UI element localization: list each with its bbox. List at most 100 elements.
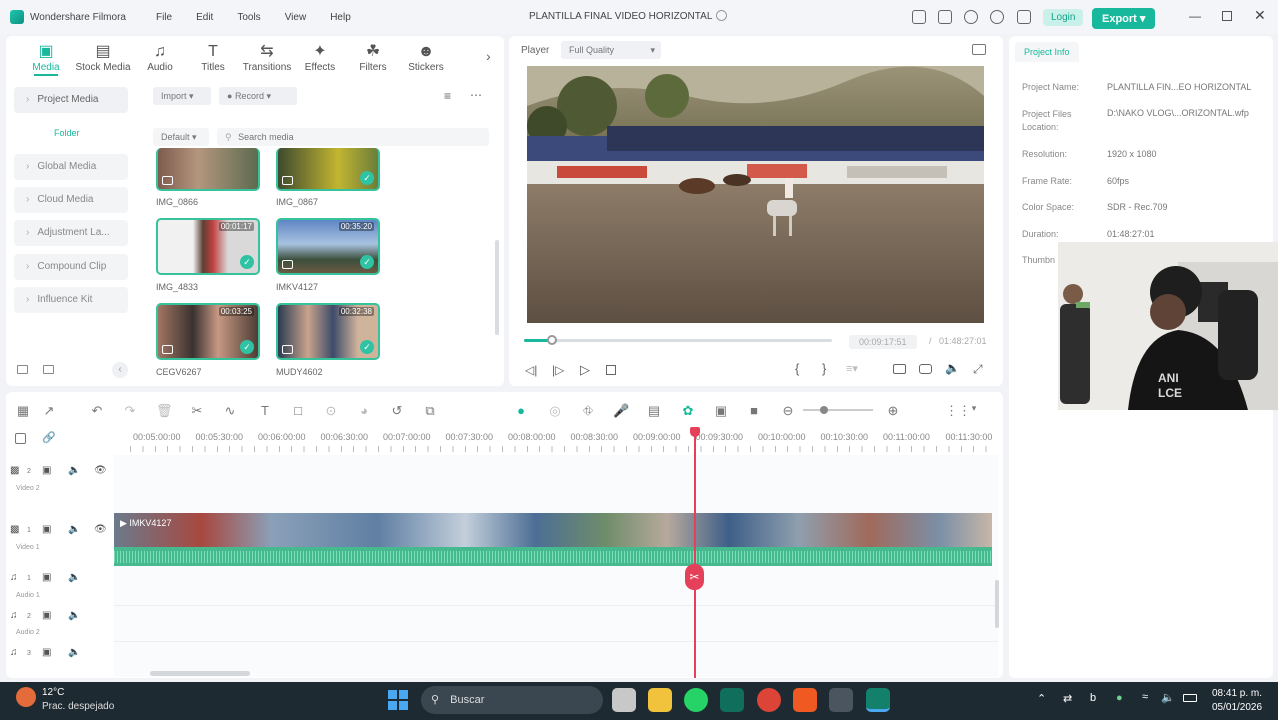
record-voice-icon[interactable]: ◎ (547, 403, 563, 419)
clip-thumbnail[interactable]: 00:35:20 ✓ (276, 218, 380, 275)
progress-track[interactable] (524, 335, 832, 345)
video-preview[interactable] (527, 66, 984, 323)
tray-app-icon[interactable]: ⇄ (1063, 692, 1072, 705)
crop-icon[interactable]: □ (290, 403, 306, 418)
render-preview-icon[interactable]: ≡▾ (846, 362, 858, 375)
mute-icon[interactable]: 🔈 (68, 572, 80, 583)
mute-icon[interactable]: 🔈 (68, 465, 80, 476)
login-button[interactable]: Login (1043, 9, 1084, 26)
fullscreen-icon[interactable]: ⤢ (973, 362, 983, 377)
file-manager-app-icon[interactable] (612, 688, 636, 712)
ai-feature-icon[interactable]: ● (513, 403, 529, 418)
folder-icon[interactable] (43, 365, 54, 374)
eye-icon[interactable]: 👁 (94, 465, 107, 476)
library-scrollbar[interactable] (495, 240, 499, 335)
speed-icon[interactable]: ⊙ (323, 403, 339, 419)
tray-b-icon[interactable]: b (1090, 692, 1096, 704)
snap-icon[interactable]: ✿ (680, 403, 696, 419)
timeline-h-scrollbar[interactable] (150, 671, 250, 676)
split-scissors-icon[interactable]: ✂ (685, 564, 704, 590)
close-icon[interactable]: ✕ (1254, 7, 1266, 24)
mute-icon[interactable]: 🔈 (68, 610, 80, 621)
sidebar-item-project-media[interactable]: Project Media (14, 87, 128, 113)
tab-effects[interactable]: ✦ Effects (292, 42, 348, 73)
delete-icon[interactable]: 🗑 (156, 403, 173, 419)
sidebar-item-influence-kit[interactable]: Influence Kit (14, 287, 128, 313)
keyframe-icon[interactable]: ↺ (389, 403, 405, 419)
camera-icon[interactable] (919, 364, 932, 374)
whatsapp-app-icon[interactable] (684, 688, 708, 712)
playhead-line[interactable] (694, 432, 696, 678)
clip-thumbnail[interactable]: ✓ (276, 148, 380, 191)
tab-filters[interactable]: ☘ Filters (345, 42, 401, 73)
cloud-icon[interactable] (964, 10, 978, 24)
clip-thumbnail[interactable]: 00:03:25 ✓ (156, 303, 260, 360)
tab-titles[interactable]: T Titles (185, 42, 241, 73)
quality-dropdown[interactable]: Full Quality ▾ (561, 41, 661, 59)
volume-icon[interactable]: 🔈 (945, 361, 960, 375)
zoom-slider-handle[interactable] (820, 406, 828, 414)
sidebar-item-compound-clip[interactable]: Compound Clip (14, 254, 128, 280)
undo-icon[interactable]: ↶ (89, 403, 105, 419)
tabs-next-chevron-icon[interactable]: › (486, 48, 491, 64)
progress-handle[interactable] (546, 335, 557, 345)
playhead-handle[interactable] (690, 427, 700, 437)
next-frame-icon[interactable]: |▷ (552, 363, 564, 377)
pip-icon[interactable]: ▣ (713, 403, 729, 419)
tab-project-info[interactable]: Project Info (1015, 42, 1079, 62)
speaker-icon[interactable]: 🔈 (1161, 691, 1175, 704)
lock-icon[interactable]: ▣ (42, 610, 51, 621)
menu-file[interactable]: File (156, 12, 172, 23)
display-icon[interactable] (893, 364, 906, 374)
scissors-icon[interactable]: ✂ (189, 403, 205, 419)
zoom-slider[interactable] (803, 406, 873, 414)
previous-frame-icon[interactable]: ◁| (525, 363, 537, 377)
clock-date[interactable]: 05/01/2026 (1212, 702, 1262, 713)
color-icon[interactable]: ◕ (356, 403, 372, 418)
brave-app-icon[interactable] (793, 688, 817, 712)
mark-in-icon[interactable]: { (795, 361, 799, 376)
clock-time[interactable]: 08:41 p. m. (1212, 688, 1262, 699)
filmora-app-icon[interactable] (720, 688, 744, 712)
clip-thumbnail[interactable]: 00:32:38 ✓ (276, 303, 380, 360)
wifi-icon[interactable]: ≈ (1142, 691, 1148, 703)
lock-icon[interactable]: ▣ (42, 647, 51, 658)
grid-view-icon[interactable]: ⋮⋮ (945, 403, 971, 419)
menu-help[interactable]: Help (330, 12, 351, 23)
tab-media[interactable]: ▣ Media (18, 42, 74, 73)
weather-desc[interactable]: Prac. despejado (42, 701, 114, 712)
grid-apps-icon[interactable] (1017, 10, 1031, 24)
sidebar-item-cloud-media[interactable]: Cloud Media (14, 187, 128, 213)
clip-thumbnail[interactable]: 00:01:17 ✓ (156, 218, 260, 275)
mark-out-icon[interactable]: } (822, 361, 826, 376)
text-tool-icon[interactable]: T (257, 403, 273, 418)
restore-icon[interactable] (1222, 11, 1232, 21)
sidebar-item-global-media[interactable]: Global Media (14, 154, 128, 180)
microphone-tray-icon[interactable]: ● (1116, 692, 1123, 704)
menu-edit[interactable]: Edit (196, 12, 213, 23)
select-tool-icon[interactable]: ↗ (41, 403, 57, 419)
record-dropdown[interactable]: ● Record ▾ (219, 87, 297, 105)
link-icon[interactable]: 🔗 (42, 431, 56, 444)
menu-view[interactable]: View (285, 12, 307, 23)
game-app-icon[interactable] (829, 688, 853, 712)
sidebar-folder[interactable]: Folder (54, 128, 80, 138)
search-box[interactable]: ⚲ (217, 128, 489, 146)
timeline-v-scrollbar[interactable] (995, 580, 999, 628)
redo-icon[interactable]: ↷ (122, 403, 138, 419)
marker-icon[interactable]: ⛗ (580, 403, 596, 419)
play-icon[interactable]: ▷ (580, 362, 590, 378)
zoom-out-icon[interactable]: ⊖ (780, 403, 796, 419)
mute-icon[interactable]: 🔈 (68, 524, 80, 535)
audio-icon[interactable]: ∿ (222, 403, 238, 419)
new-folder-icon[interactable] (17, 365, 28, 374)
clip-thumbnail[interactable] (156, 148, 260, 191)
replace-icon[interactable]: ■ (746, 403, 762, 418)
headset-icon[interactable] (990, 10, 1004, 24)
battery-icon[interactable] (1183, 694, 1197, 702)
eye-icon[interactable]: 👁 (94, 524, 107, 535)
more-options-icon[interactable]: ⋯ (470, 88, 482, 102)
timeline-video-clip[interactable]: ▶ IMKV4127 (114, 513, 992, 547)
mute-icon[interactable]: 🔈 (68, 647, 80, 658)
tab-transitions[interactable]: ⇆ Transitions (239, 42, 295, 73)
